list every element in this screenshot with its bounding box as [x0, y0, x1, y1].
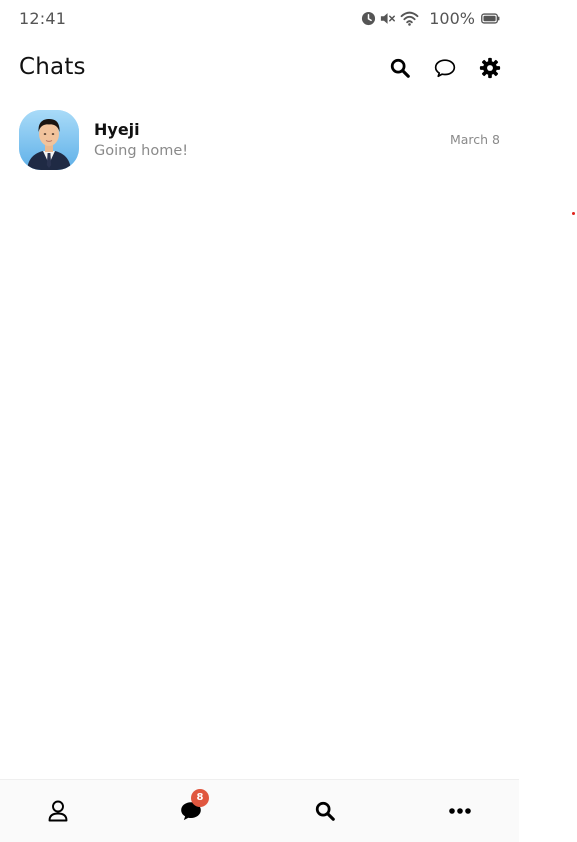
indicator-dot — [572, 212, 575, 215]
page-title: Chats — [19, 54, 86, 80]
profile-photo — [19, 110, 79, 170]
search-icon — [315, 801, 335, 821]
chat-name: Hyeji — [94, 120, 140, 139]
battery-percent: 100% — [429, 8, 475, 28]
alarm-icon — [361, 11, 376, 26]
status-icons: 100% — [361, 8, 500, 28]
nav-search[interactable] — [312, 798, 338, 824]
chat-list-item[interactable]: Hyeji Going home! March 8 — [0, 100, 519, 180]
new-chat-icon — [434, 59, 456, 78]
unread-badge: 8 — [191, 789, 209, 807]
avatar[interactable] — [19, 110, 79, 170]
search-button[interactable] — [387, 55, 413, 81]
nav-friends[interactable] — [45, 798, 71, 824]
mute-icon — [380, 11, 396, 26]
nav-more[interactable] — [447, 798, 473, 824]
person-icon — [48, 800, 68, 822]
chat-date: March 8 — [449, 132, 500, 147]
chat-preview: Going home! — [94, 143, 189, 159]
nav-chats[interactable]: 8 — [178, 789, 209, 824]
chat-list: Hyeji Going home! March 8 — [0, 100, 519, 180]
search-icon — [390, 58, 410, 78]
status-bar: 12:41 100% — [0, 0, 519, 36]
settings-button[interactable] — [477, 55, 503, 81]
settings-icon — [479, 57, 501, 79]
header: Chats — [0, 44, 519, 92]
wifi-icon — [400, 11, 419, 26]
new-chat-button[interactable] — [432, 55, 458, 81]
more-icon — [449, 808, 471, 814]
chat-app: 12:41 100% Chats Hyeji Going home! March… — [0, 0, 519, 842]
status-time: 12:41 — [19, 9, 67, 28]
battery-icon — [481, 12, 500, 24]
bottom-nav: 8 — [0, 779, 519, 842]
